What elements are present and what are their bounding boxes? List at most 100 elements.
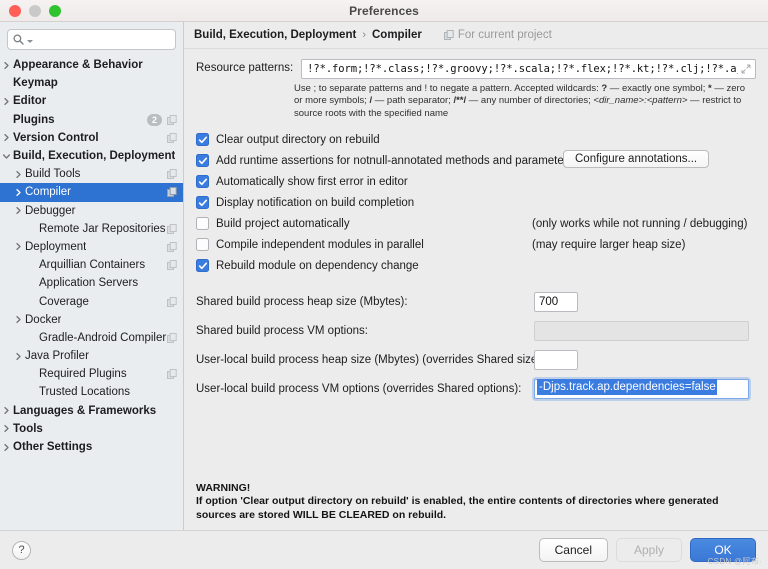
window-title: Preferences bbox=[0, 4, 768, 18]
sidebar-item-label: Required Plugins bbox=[39, 368, 127, 380]
warning-line-2: sources are stored WILL BE CLEARED on re… bbox=[196, 509, 719, 523]
settings-tree: Appearance & Behavior Keymap EditorPlugins… bbox=[0, 54, 183, 530]
watermark: CSDN @阿布· bbox=[708, 556, 762, 567]
sidebar-item-required-plugins[interactable]: Required Plugins bbox=[0, 365, 183, 383]
disclosure-arrow[interactable] bbox=[0, 406, 13, 415]
sidebar-item-compiler[interactable]: Compiler bbox=[0, 183, 183, 201]
chevron-right-icon[interactable] bbox=[14, 242, 23, 251]
checkbox-label: Add runtime assertions for notnull-annot… bbox=[216, 155, 573, 167]
checkbox-display-notification-on-build-completion[interactable] bbox=[196, 196, 209, 209]
disclosure-arrow[interactable] bbox=[12, 352, 25, 361]
sidebar-item-appearance-behavior[interactable]: Appearance & Behavior bbox=[0, 56, 183, 74]
checkbox-automatically-show-first-error-in-editor[interactable] bbox=[196, 175, 209, 188]
input-shared-build-process-heap-size-mbytes[interactable] bbox=[534, 292, 578, 312]
sidebar-item-languages-frameworks[interactable]: Languages & Frameworks bbox=[0, 402, 183, 420]
chevron-right-icon[interactable] bbox=[14, 352, 23, 361]
sidebar-item-label: Remote Jar Repositories bbox=[39, 223, 166, 235]
cancel-button[interactable]: Cancel bbox=[539, 538, 608, 562]
disclosure-arrow[interactable] bbox=[12, 242, 25, 251]
disclosure-arrow[interactable] bbox=[12, 170, 25, 179]
resource-patterns-row: Resource patterns: bbox=[196, 59, 756, 79]
project-settings-icon bbox=[167, 369, 177, 379]
configure-annotations-button[interactable]: Configure annotations... bbox=[563, 150, 709, 168]
chevron-right-icon[interactable] bbox=[14, 315, 23, 324]
project-settings-indicator bbox=[167, 333, 177, 343]
sidebar-item-plugins[interactable]: Plugins2 bbox=[0, 111, 183, 129]
checkbox-row: Clear output directory on rebuild bbox=[196, 129, 756, 150]
field-row: User-local build process heap size (Mbyt… bbox=[196, 345, 756, 374]
expand-icon[interactable] bbox=[741, 64, 751, 74]
project-settings-indicator bbox=[167, 242, 177, 252]
disclosure-arrow[interactable] bbox=[0, 61, 13, 70]
sidebar-item-arquillian-containers[interactable]: Arquillian Containers bbox=[0, 256, 183, 274]
chevron-right-icon[interactable] bbox=[2, 406, 11, 415]
chevron-right-icon[interactable] bbox=[2, 133, 11, 142]
sidebar-item-label: Docker bbox=[25, 314, 61, 326]
disclosure-arrow[interactable] bbox=[0, 443, 13, 452]
disclosure-arrow[interactable] bbox=[0, 133, 13, 142]
search-scope-chevron-icon[interactable] bbox=[27, 40, 33, 43]
sidebar-item-deployment[interactable]: Deployment bbox=[0, 238, 183, 256]
chevron-right-icon[interactable] bbox=[14, 170, 23, 179]
help-button[interactable]: ? bbox=[12, 541, 31, 560]
plugin-count-badge: 2 bbox=[147, 114, 162, 126]
sidebar-item-build-execution-deployment[interactable]: Build, Execution, Deployment bbox=[0, 147, 183, 165]
sidebar-item-version-control[interactable]: Version Control bbox=[0, 129, 183, 147]
sidebar-item-label: Compiler bbox=[25, 186, 71, 198]
sidebar-item-docker[interactable]: Docker bbox=[0, 311, 183, 329]
checkbox-compile-independent-modules-in-parallel[interactable] bbox=[196, 238, 209, 251]
sidebar-item-trusted-locations[interactable]: Trusted Locations bbox=[0, 383, 183, 401]
checkbox-add-runtime-assertions-for-notnull-annotated-methods-and-parameters[interactable] bbox=[196, 154, 209, 167]
sidebar-item-application-servers[interactable]: Application Servers bbox=[0, 274, 183, 292]
field-label: User-local build process heap size (Mbyt… bbox=[196, 354, 544, 366]
chevron-right-icon[interactable] bbox=[2, 97, 11, 106]
project-settings-indicator bbox=[167, 297, 177, 307]
chevron-right-icon[interactable] bbox=[2, 424, 11, 433]
apply-button[interactable]: Apply bbox=[616, 538, 682, 562]
selected-text-highlight: -Djps.track.ap.dependencies=false bbox=[537, 379, 717, 395]
disclosure-arrow[interactable] bbox=[12, 206, 25, 215]
sidebar-item-label: Keymap bbox=[13, 77, 58, 89]
checkbox-rebuild-module-on-dependency-change[interactable] bbox=[196, 259, 209, 272]
warning-message: WARNING! If option 'Clear output directo… bbox=[196, 482, 719, 523]
sidebar-item-keymap[interactable]: Keymap bbox=[0, 74, 183, 92]
checkbox-clear-output-directory-on-rebuild[interactable] bbox=[196, 133, 209, 146]
disclosure-arrow[interactable] bbox=[12, 315, 25, 324]
disclosure-arrow[interactable] bbox=[0, 97, 13, 106]
resource-patterns-field[interactable] bbox=[301, 59, 756, 79]
project-settings-icon bbox=[167, 115, 177, 125]
breadcrumb-parent[interactable]: Build, Execution, Deployment bbox=[194, 29, 356, 41]
input-shared-build-process-vm-options bbox=[534, 321, 749, 341]
sidebar-item-build-tools[interactable]: Build Tools bbox=[0, 165, 183, 183]
project-settings-icon bbox=[167, 333, 177, 343]
sidebar-item-other-settings[interactable]: Other Settings bbox=[0, 438, 183, 456]
resource-patterns-input[interactable] bbox=[307, 63, 738, 75]
disclosure-arrow[interactable] bbox=[12, 188, 25, 197]
input-user-local-build-process-heap-size-mbytes-overri[interactable] bbox=[534, 350, 578, 370]
sidebar-item-label: Application Servers bbox=[39, 277, 138, 289]
sidebar-item-coverage[interactable]: Coverage bbox=[0, 292, 183, 310]
checkbox-note: (may require larger heap size) bbox=[532, 239, 685, 251]
sidebar-item-label: Debugger bbox=[25, 205, 76, 217]
search-input[interactable] bbox=[36, 34, 170, 46]
sidebar-item-remote-jar-repositories[interactable]: Remote Jar Repositories bbox=[0, 220, 183, 238]
disclosure-arrow[interactable] bbox=[0, 152, 13, 161]
sidebar-item-label: Version Control bbox=[13, 132, 99, 144]
sidebar-item-java-profiler[interactable]: Java Profiler bbox=[0, 347, 183, 365]
sidebar-item-gradle-android-compiler[interactable]: Gradle-Android Compiler bbox=[0, 329, 183, 347]
breadcrumb-current: Compiler bbox=[372, 29, 422, 41]
sidebar-item-debugger[interactable]: Debugger bbox=[0, 202, 183, 220]
chevron-right-icon[interactable] bbox=[2, 61, 11, 70]
sidebar-item-editor[interactable]: Editor bbox=[0, 92, 183, 110]
field-row: User-local build process VM options (ove… bbox=[196, 374, 756, 403]
chevron-right-icon[interactable] bbox=[14, 188, 23, 197]
chevron-right-icon[interactable] bbox=[14, 206, 23, 215]
checkbox-label: Display notification on build completion bbox=[216, 197, 414, 209]
chevron-down-icon[interactable] bbox=[2, 152, 11, 161]
checkbox-build-project-automatically[interactable] bbox=[196, 217, 209, 230]
sidebar-item-tools[interactable]: Tools bbox=[0, 420, 183, 438]
chevron-right-icon[interactable] bbox=[2, 443, 11, 452]
project-settings-indicator bbox=[167, 224, 177, 234]
search-box[interactable] bbox=[7, 29, 176, 50]
disclosure-arrow[interactable] bbox=[0, 424, 13, 433]
